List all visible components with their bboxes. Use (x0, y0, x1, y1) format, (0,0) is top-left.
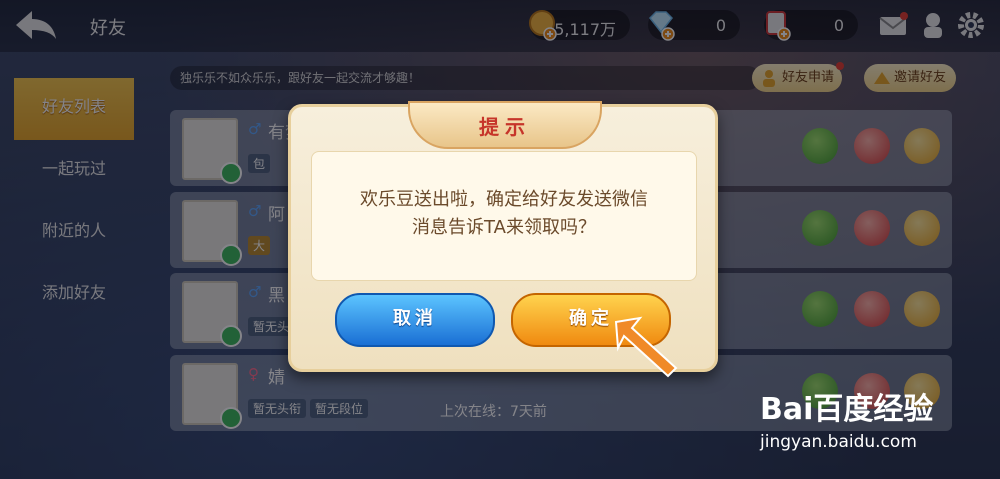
pointer-arrow-icon (614, 316, 678, 378)
dialog-message: 欢乐豆送出啦，确定给好友发送微信 消息告诉TA来领取吗？ (312, 186, 696, 242)
dialog-message-line-1: 欢乐豆送出啦，确定给好友发送微信 (360, 189, 648, 210)
watermark-url: jingyan.baidu.com (760, 432, 917, 452)
dialog-body: 欢乐豆送出啦，确定给好友发送微信 消息告诉TA来领取吗？ (311, 151, 697, 281)
dialog-title: 提示 (479, 115, 531, 139)
dialog-message-line-2: 消息告诉TA来领取吗？ (412, 217, 596, 238)
cancel-button[interactable]: 取消 (335, 293, 495, 347)
dialog-header: 提示 (408, 101, 602, 149)
watermark: Bai百度经验 jingyan.baidu.com (760, 384, 960, 452)
watermark-logo: Bai百度经验 (760, 392, 934, 427)
